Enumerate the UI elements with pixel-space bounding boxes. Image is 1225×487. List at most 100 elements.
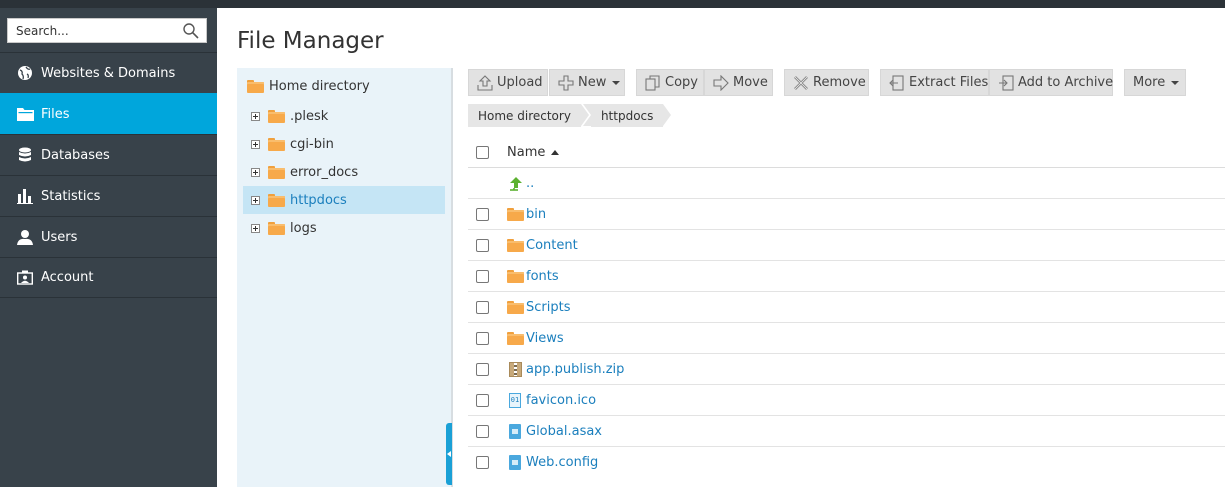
expand-icon[interactable] [251,223,260,233]
file-row: 01 favicon.ico [468,385,1225,416]
row-checkbox[interactable] [476,393,489,407]
file-list: Name .. bin Content fonts Scripts Views … [468,137,1225,478]
file-list-header: Name [468,137,1225,168]
expand-icon[interactable] [251,111,260,121]
file-row: Views [468,323,1225,354]
extract-files-button[interactable]: Extract Files [880,69,989,96]
folder-icon [268,165,285,179]
chevron-down-icon [1171,80,1180,85]
document-icon [507,423,523,439]
document-icon [507,455,523,471]
folder-icon [268,137,285,151]
breadcrumb-home-directory[interactable]: Home directory [468,104,589,127]
row-checkbox[interactable] [476,269,489,283]
new-button[interactable]: New [549,69,625,96]
sidebar-item-label: Statistics [41,188,101,204]
folder-icon [268,221,285,235]
expand-icon[interactable] [251,195,260,205]
sidebar-item-databases[interactable]: Databases [0,134,217,175]
folder-icon [16,105,34,123]
file-name-link[interactable]: Scripts [526,300,570,315]
file-name-link[interactable]: Web.config [526,455,598,470]
breadcrumb: Home directory httpdocs [468,104,673,127]
remove-button[interactable]: Remove [784,69,869,96]
tree-item-error-docs[interactable]: error_docs [243,158,445,186]
collapse-tree-handle[interactable] [446,423,452,485]
file-name-link[interactable]: Views [526,331,564,346]
folder-icon [506,330,524,346]
name-column-header[interactable]: Name [507,145,560,160]
copy-icon [645,74,661,91]
row-checkbox[interactable] [476,456,489,469]
more-button[interactable]: More [1124,69,1186,96]
folder-icon [247,80,264,93]
tree-item-label: .plesk [290,108,329,124]
top-bar [0,0,1225,8]
tree-root-label: Home directory [269,79,370,94]
arrow-right-icon [713,74,729,91]
row-checkbox[interactable] [476,424,489,438]
tree-item-logs[interactable]: logs [243,214,445,242]
sidebar: Websites & Domains Files Databases Stati… [0,8,217,487]
tree-item-plesk[interactable]: .plesk [243,102,445,130]
sidebar-item-statistics[interactable]: Statistics [0,175,217,216]
search-input[interactable] [8,19,173,42]
parent-directory-row[interactable]: .. [468,168,1225,199]
sidebar-item-account[interactable]: Account [0,257,217,298]
file-row: Global.asax [468,416,1225,447]
file-row: Scripts [468,292,1225,323]
bar-chart-icon [16,187,34,205]
row-checkbox[interactable] [476,362,489,376]
file-row: bin [468,199,1225,230]
select-all-checkbox[interactable] [476,145,489,159]
sidebar-item-label: Websites & Domains [41,65,176,81]
sidebar-item-label: Databases [41,147,110,163]
add-to-archive-button[interactable]: Add to Archive [989,69,1113,96]
page-title: File Manager [237,28,384,54]
sidebar-item-websites-domains[interactable]: Websites & Domains [0,52,217,93]
folder-icon [506,299,524,315]
file-name-link[interactable]: app.publish.zip [526,362,624,377]
file-name-link[interactable]: favicon.ico [526,393,596,408]
tree-item-label: logs [290,220,317,236]
move-button[interactable]: Move [704,69,773,96]
file-name-link[interactable]: fonts [526,269,559,284]
row-checkbox[interactable] [476,331,489,345]
parent-directory-link[interactable]: .. [526,176,534,191]
tree-item-label: httpdocs [290,192,347,208]
tree-item-cgi-bin[interactable]: cgi-bin [243,130,445,158]
zip-file-icon [507,361,523,377]
tree-item-httpdocs[interactable]: httpdocs [243,186,445,214]
sort-ascending-icon [551,149,560,155]
globe-icon [16,64,34,82]
extract-icon [889,74,905,91]
search-icon[interactable] [182,22,200,40]
expand-icon[interactable] [251,139,260,149]
sidebar-item-label: Account [41,270,94,285]
file-name-link[interactable]: Content [526,238,578,253]
binary-file-icon: 01 [507,392,523,408]
file-row: fonts [468,261,1225,292]
search-box [7,18,207,43]
user-icon [16,228,34,246]
database-icon [16,146,34,164]
account-card-icon [16,269,34,287]
upload-button[interactable]: Upload [468,69,548,96]
file-row: Web.config [468,447,1225,478]
row-checkbox[interactable] [476,238,489,252]
folder-icon [506,206,524,222]
sidebar-item-files[interactable]: Files [0,93,217,134]
row-checkbox[interactable] [476,207,489,221]
file-row: app.publish.zip [468,354,1225,385]
copy-button[interactable]: Copy [636,69,704,96]
sidebar-item-users[interactable]: Users [0,216,217,257]
expand-icon[interactable] [251,167,260,177]
upload-icon [477,74,493,91]
sidebar-nav: Websites & Domains Files Databases Stati… [0,52,217,298]
file-name-link[interactable]: bin [526,207,546,222]
breadcrumb-httpdocs[interactable]: httpdocs [582,104,672,127]
file-name-link[interactable]: Global.asax [526,424,602,439]
row-checkbox[interactable] [476,300,489,314]
folder-icon [268,109,285,123]
tree-root[interactable]: Home directory [247,79,370,94]
